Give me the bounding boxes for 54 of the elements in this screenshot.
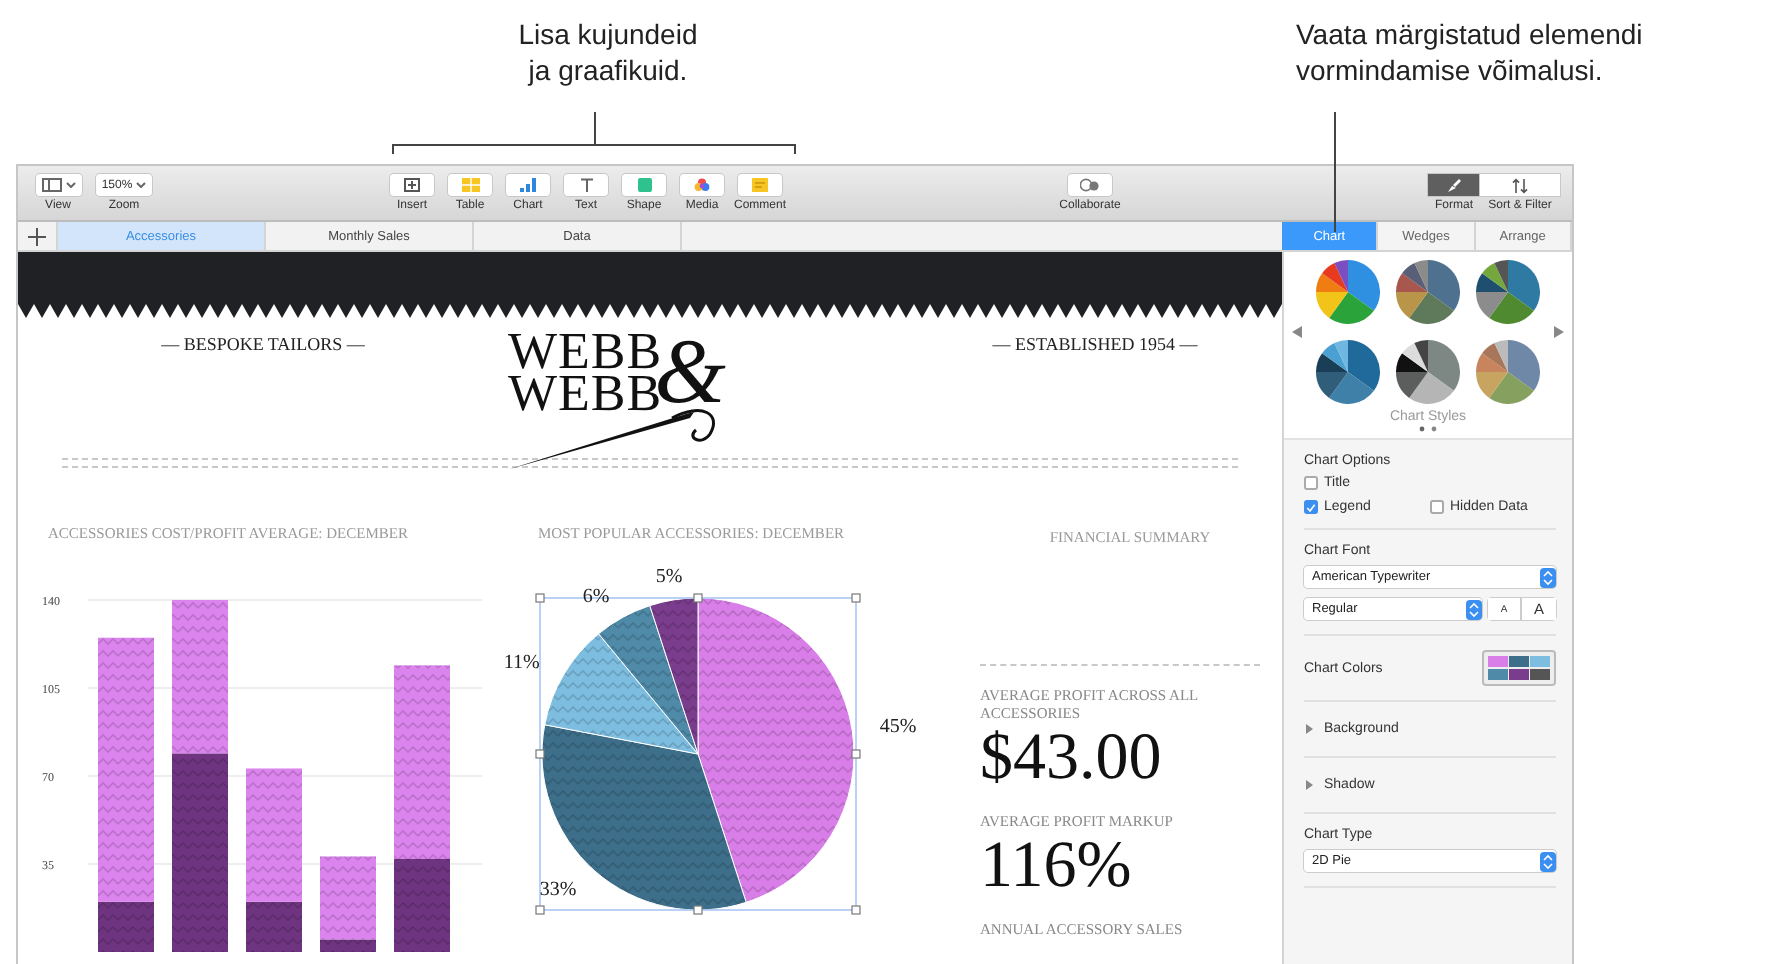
callout-text: Lisa kujundeid ja graafikuid. <box>516 16 700 88</box>
paintbrush-icon <box>1446 177 1462 193</box>
chart-colors-swatch[interactable] <box>1482 650 1556 686</box>
checkbox[interactable] <box>1304 476 1318 490</box>
slice-label: 5% <box>655 566 683 589</box>
sort-arrows-icon <box>1512 177 1528 193</box>
flower-icon <box>694 177 710 193</box>
right-arrow-icon[interactable] <box>1554 326 1564 338</box>
plus-icon <box>28 227 46 245</box>
media-button[interactable] <box>680 174 724 196</box>
leader-line <box>1334 111 1336 233</box>
slice-label: 11% <box>503 652 540 675</box>
slice-label: 6% <box>582 586 610 609</box>
stepper-icon <box>1540 567 1556 587</box>
chart-button[interactable] <box>506 174 550 196</box>
checkbox[interactable] <box>1430 500 1444 514</box>
tagline-text: — ESTABLISHED 1954 — <box>990 332 1200 354</box>
square-icon <box>637 178 651 192</box>
pie-style-thumbnail[interactable] <box>1476 260 1540 324</box>
slice-label: 45% <box>879 715 917 738</box>
plus-box-icon <box>404 178 420 192</box>
people-icon <box>1080 178 1100 192</box>
collaborate-button[interactable] <box>1068 174 1112 196</box>
disclosure-triangle-icon <box>1304 724 1314 734</box>
comment-icon <box>752 178 768 192</box>
sort-button[interactable] <box>1480 174 1560 196</box>
tagline-text: — BESPOKE TAILORS — <box>159 332 367 354</box>
pie-style-thumbnail[interactable] <box>1316 260 1380 324</box>
text-icon <box>579 178 593 192</box>
pie-style-thumbnail[interactable] <box>1396 340 1460 404</box>
bar-chart-icon <box>519 178 537 192</box>
sidebar-layout-icon <box>41 178 61 192</box>
pie-style-thumbnail[interactable] <box>1316 340 1380 404</box>
slice-label: 33% <box>539 879 577 901</box>
stepper-icon <box>1466 599 1482 619</box>
table-icon <box>461 178 479 192</box>
text-button[interactable] <box>564 174 608 196</box>
pie-style-thumbnail[interactable] <box>1396 260 1460 324</box>
insert-button[interactable] <box>390 174 434 196</box>
caret-icon <box>65 182 75 188</box>
checkmark-icon <box>1306 501 1316 513</box>
callout-text: Vaata märgistatud elemendi vormindamise võimalusi. <box>1296 16 1645 88</box>
caret-icon <box>136 182 147 188</box>
stat-value: $43.00 <box>980 724 1164 792</box>
page-dots-icon[interactable] <box>1418 426 1438 432</box>
logo-text: WEBB <box>508 330 663 372</box>
view-button[interactable] <box>35 174 81 196</box>
disclosure-triangle-icon <box>1304 780 1314 790</box>
format-button[interactable] <box>1428 174 1480 196</box>
stepper-icon <box>1540 851 1556 871</box>
left-arrow-icon[interactable] <box>1292 326 1302 338</box>
stat-value: 116% <box>980 832 1134 900</box>
checkbox[interactable] <box>1304 500 1318 514</box>
pie-style-thumbnail[interactable] <box>1476 340 1540 404</box>
